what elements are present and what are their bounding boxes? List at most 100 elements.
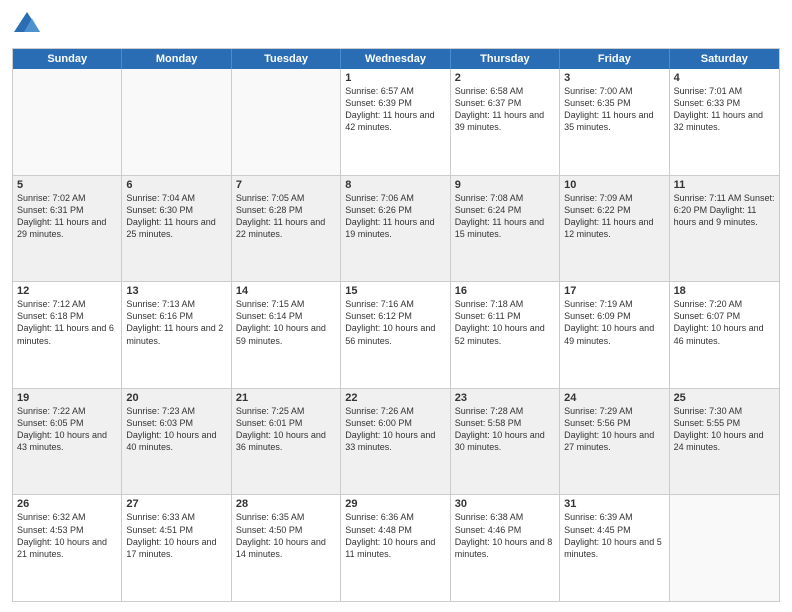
calendar-cell-w4d3: 29Sunrise: 6:36 AM Sunset: 4:48 PM Dayli… (341, 495, 450, 601)
day-info: Sunrise: 7:00 AM Sunset: 6:35 PM Dayligh… (564, 85, 664, 134)
calendar-cell-w0d1 (122, 69, 231, 175)
calendar-cell-w0d6: 4Sunrise: 7:01 AM Sunset: 6:33 PM Daylig… (670, 69, 779, 175)
day-number: 26 (17, 498, 117, 510)
day-info: Sunrise: 7:18 AM Sunset: 6:11 PM Dayligh… (455, 298, 555, 347)
calendar-cell-w1d2: 7Sunrise: 7:05 AM Sunset: 6:28 PM Daylig… (232, 176, 341, 282)
calendar-cell-w2d0: 12Sunrise: 7:12 AM Sunset: 6:18 PM Dayli… (13, 282, 122, 388)
calendar-cell-w4d0: 26Sunrise: 6:32 AM Sunset: 4:53 PM Dayli… (13, 495, 122, 601)
calendar-cell-w0d4: 2Sunrise: 6:58 AM Sunset: 6:37 PM Daylig… (451, 69, 560, 175)
day-number: 31 (564, 498, 664, 510)
header-day-thursday: Thursday (451, 49, 560, 69)
calendar-cell-w3d6: 25Sunrise: 7:30 AM Sunset: 5:55 PM Dayli… (670, 389, 779, 495)
calendar-row-2: 12Sunrise: 7:12 AM Sunset: 6:18 PM Dayli… (13, 282, 779, 389)
calendar-cell-w1d4: 9Sunrise: 7:08 AM Sunset: 6:24 PM Daylig… (451, 176, 560, 282)
day-info: Sunrise: 7:04 AM Sunset: 6:30 PM Dayligh… (126, 192, 226, 241)
day-info: Sunrise: 6:36 AM Sunset: 4:48 PM Dayligh… (345, 511, 445, 560)
day-info: Sunrise: 6:38 AM Sunset: 4:46 PM Dayligh… (455, 511, 555, 560)
calendar-cell-w4d2: 28Sunrise: 6:35 AM Sunset: 4:50 PM Dayli… (232, 495, 341, 601)
calendar-cell-w1d1: 6Sunrise: 7:04 AM Sunset: 6:30 PM Daylig… (122, 176, 231, 282)
header-day-tuesday: Tuesday (232, 49, 341, 69)
calendar-cell-w3d2: 21Sunrise: 7:25 AM Sunset: 6:01 PM Dayli… (232, 389, 341, 495)
day-number: 17 (564, 285, 664, 297)
calendar-row-0: 1Sunrise: 6:57 AM Sunset: 6:39 PM Daylig… (13, 69, 779, 176)
day-number: 11 (674, 179, 775, 191)
day-info: Sunrise: 6:35 AM Sunset: 4:50 PM Dayligh… (236, 511, 336, 560)
calendar-cell-w2d3: 15Sunrise: 7:16 AM Sunset: 6:12 PM Dayli… (341, 282, 450, 388)
calendar-header: SundayMondayTuesdayWednesdayThursdayFrid… (13, 49, 779, 69)
calendar-row-1: 5Sunrise: 7:02 AM Sunset: 6:31 PM Daylig… (13, 176, 779, 283)
calendar-cell-w4d1: 27Sunrise: 6:33 AM Sunset: 4:51 PM Dayli… (122, 495, 231, 601)
day-number: 14 (236, 285, 336, 297)
day-number: 6 (126, 179, 226, 191)
day-number: 1 (345, 72, 445, 84)
calendar-cell-w0d3: 1Sunrise: 6:57 AM Sunset: 6:39 PM Daylig… (341, 69, 450, 175)
day-number: 21 (236, 392, 336, 404)
day-number: 4 (674, 72, 775, 84)
day-number: 3 (564, 72, 664, 84)
day-info: Sunrise: 7:15 AM Sunset: 6:14 PM Dayligh… (236, 298, 336, 347)
day-number: 19 (17, 392, 117, 404)
day-info: Sunrise: 7:01 AM Sunset: 6:33 PM Dayligh… (674, 85, 775, 134)
day-info: Sunrise: 6:57 AM Sunset: 6:39 PM Dayligh… (345, 85, 445, 134)
day-number: 15 (345, 285, 445, 297)
day-info: Sunrise: 7:11 AM Sunset: 6:20 PM Dayligh… (674, 192, 775, 228)
day-number: 28 (236, 498, 336, 510)
day-number: 18 (674, 285, 775, 297)
day-info: Sunrise: 7:30 AM Sunset: 5:55 PM Dayligh… (674, 405, 775, 454)
calendar-cell-w1d6: 11Sunrise: 7:11 AM Sunset: 6:20 PM Dayli… (670, 176, 779, 282)
day-info: Sunrise: 7:19 AM Sunset: 6:09 PM Dayligh… (564, 298, 664, 347)
day-number: 12 (17, 285, 117, 297)
day-number: 8 (345, 179, 445, 191)
calendar-cell-w2d1: 13Sunrise: 7:13 AM Sunset: 6:16 PM Dayli… (122, 282, 231, 388)
calendar-cell-w0d5: 3Sunrise: 7:00 AM Sunset: 6:35 PM Daylig… (560, 69, 669, 175)
day-info: Sunrise: 7:26 AM Sunset: 6:00 PM Dayligh… (345, 405, 445, 454)
day-info: Sunrise: 7:13 AM Sunset: 6:16 PM Dayligh… (126, 298, 226, 347)
day-number: 20 (126, 392, 226, 404)
calendar-cell-w3d0: 19Sunrise: 7:22 AM Sunset: 6:05 PM Dayli… (13, 389, 122, 495)
day-number: 10 (564, 179, 664, 191)
day-number: 13 (126, 285, 226, 297)
calendar-cell-w4d5: 31Sunrise: 6:39 AM Sunset: 4:45 PM Dayli… (560, 495, 669, 601)
calendar-cell-w1d5: 10Sunrise: 7:09 AM Sunset: 6:22 PM Dayli… (560, 176, 669, 282)
calendar-cell-w3d5: 24Sunrise: 7:29 AM Sunset: 5:56 PM Dayli… (560, 389, 669, 495)
day-info: Sunrise: 7:02 AM Sunset: 6:31 PM Dayligh… (17, 192, 117, 241)
calendar-cell-w2d6: 18Sunrise: 7:20 AM Sunset: 6:07 PM Dayli… (670, 282, 779, 388)
day-info: Sunrise: 7:25 AM Sunset: 6:01 PM Dayligh… (236, 405, 336, 454)
day-info: Sunrise: 7:16 AM Sunset: 6:12 PM Dayligh… (345, 298, 445, 347)
day-info: Sunrise: 7:20 AM Sunset: 6:07 PM Dayligh… (674, 298, 775, 347)
logo (12, 10, 46, 40)
day-info: Sunrise: 7:06 AM Sunset: 6:26 PM Dayligh… (345, 192, 445, 241)
calendar-cell-w1d0: 5Sunrise: 7:02 AM Sunset: 6:31 PM Daylig… (13, 176, 122, 282)
calendar-cell-w4d4: 30Sunrise: 6:38 AM Sunset: 4:46 PM Dayli… (451, 495, 560, 601)
calendar-cell-w3d1: 20Sunrise: 7:23 AM Sunset: 6:03 PM Dayli… (122, 389, 231, 495)
day-info: Sunrise: 7:09 AM Sunset: 6:22 PM Dayligh… (564, 192, 664, 241)
header-day-friday: Friday (560, 49, 669, 69)
day-number: 7 (236, 179, 336, 191)
page: SundayMondayTuesdayWednesdayThursdayFrid… (0, 0, 792, 612)
header-day-saturday: Saturday (670, 49, 779, 69)
calendar-cell-w3d4: 23Sunrise: 7:28 AM Sunset: 5:58 PM Dayli… (451, 389, 560, 495)
calendar-body: 1Sunrise: 6:57 AM Sunset: 6:39 PM Daylig… (13, 69, 779, 601)
day-number: 2 (455, 72, 555, 84)
day-number: 30 (455, 498, 555, 510)
calendar-row-3: 19Sunrise: 7:22 AM Sunset: 6:05 PM Dayli… (13, 389, 779, 496)
day-number: 16 (455, 285, 555, 297)
day-info: Sunrise: 6:32 AM Sunset: 4:53 PM Dayligh… (17, 511, 117, 560)
day-info: Sunrise: 7:29 AM Sunset: 5:56 PM Dayligh… (564, 405, 664, 454)
day-number: 22 (345, 392, 445, 404)
header-day-sunday: Sunday (13, 49, 122, 69)
calendar: SundayMondayTuesdayWednesdayThursdayFrid… (12, 48, 780, 602)
calendar-cell-w2d4: 16Sunrise: 7:18 AM Sunset: 6:11 PM Dayli… (451, 282, 560, 388)
calendar-cell-w2d5: 17Sunrise: 7:19 AM Sunset: 6:09 PM Dayli… (560, 282, 669, 388)
header (12, 10, 780, 40)
day-info: Sunrise: 7:12 AM Sunset: 6:18 PM Dayligh… (17, 298, 117, 347)
calendar-cell-w0d0 (13, 69, 122, 175)
day-info: Sunrise: 6:33 AM Sunset: 4:51 PM Dayligh… (126, 511, 226, 560)
day-info: Sunrise: 7:05 AM Sunset: 6:28 PM Dayligh… (236, 192, 336, 241)
header-day-wednesday: Wednesday (341, 49, 450, 69)
calendar-cell-w3d3: 22Sunrise: 7:26 AM Sunset: 6:00 PM Dayli… (341, 389, 450, 495)
day-number: 27 (126, 498, 226, 510)
calendar-row-4: 26Sunrise: 6:32 AM Sunset: 4:53 PM Dayli… (13, 495, 779, 601)
day-number: 5 (17, 179, 117, 191)
calendar-cell-w4d6 (670, 495, 779, 601)
